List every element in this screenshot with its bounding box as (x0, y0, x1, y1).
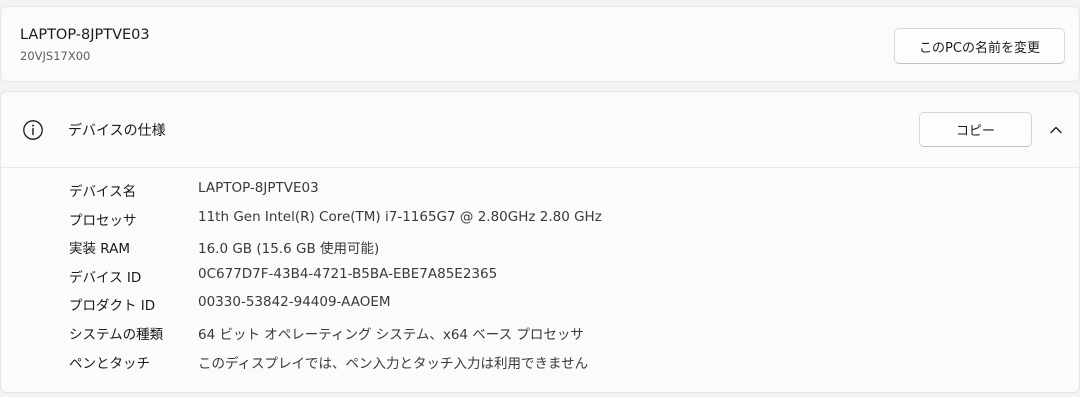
spec-label: デバイス ID (69, 269, 142, 286)
spec-label: プロダクト ID (69, 298, 156, 315)
spec-row-device-name: デバイス名 LAPTOP-8JPTVE03 (69, 180, 969, 209)
spec-value: 0C677D7F-43B4-4721-B5BA-EBE7A85E2365 (198, 265, 498, 282)
about-page: LAPTOP-8JPTVE03 20VJS17X00 このPCの名前を変更 デバ… (0, 0, 1080, 397)
device-specs-list: デバイス名 LAPTOP-8JPTVE03 プロセッサ 11th Gen Int… (69, 180, 969, 380)
pc-model: 20VJS17X00 (20, 49, 91, 63)
spec-value: 11th Gen Intel(R) Core(TM) i7-1165G7 @ 2… (198, 208, 602, 225)
copy-button[interactable]: コピー (919, 112, 1032, 147)
spec-row-product-id: プロダクト ID 00330-53842-94409-AAOEM (69, 294, 969, 323)
spec-value: 64 ビット オペレーティング システム、x64 ベース プロセッサ (198, 326, 584, 343)
device-specs-card: デバイスの仕様 コピー デバイス名 LAPTOP-8JPTVE03 プロセッサ … (0, 91, 1080, 393)
spec-label: プロセッサ (69, 212, 137, 229)
rename-pc-button[interactable]: このPCの名前を変更 (894, 28, 1065, 64)
spec-row-ram: 実装 RAM 16.0 GB (15.6 GB 使用可能) (69, 237, 969, 266)
spec-row-pen-touch: ペンとタッチ このディスプレイでは、ペン入力とタッチ入力は利用できません (69, 352, 969, 381)
pc-name: LAPTOP-8JPTVE03 (20, 27, 150, 43)
spec-label: 実装 RAM (69, 241, 131, 258)
info-icon (21, 118, 45, 142)
spec-row-device-id: デバイス ID 0C677D7F-43B4-4721-B5BA-EBE7A85E… (69, 266, 969, 295)
spec-row-processor: プロセッサ 11th Gen Intel(R) Core(TM) i7-1165… (69, 209, 969, 238)
device-specs-title: デバイスの仕様 (68, 123, 166, 139)
chevron-up-icon[interactable] (1046, 120, 1066, 140)
spec-label: システムの種類 (69, 326, 164, 343)
spec-value: LAPTOP-8JPTVE03 (198, 180, 319, 196)
spec-row-system-type: システムの種類 64 ビット オペレーティング システム、x64 ベース プロセ… (69, 323, 969, 352)
pc-name-card: LAPTOP-8JPTVE03 20VJS17X00 このPCの名前を変更 (0, 6, 1080, 82)
spec-label: ペンとタッチ (69, 355, 150, 372)
device-specs-header[interactable]: デバイスの仕様 コピー (1, 92, 1079, 168)
spec-value: 00330-53842-94409-AAOEM (198, 294, 391, 311)
spec-value: 16.0 GB (15.6 GB 使用可能) (198, 241, 380, 258)
spec-value: このディスプレイでは、ペン入力とタッチ入力は利用できません (198, 355, 589, 372)
spec-label: デバイス名 (69, 184, 137, 200)
